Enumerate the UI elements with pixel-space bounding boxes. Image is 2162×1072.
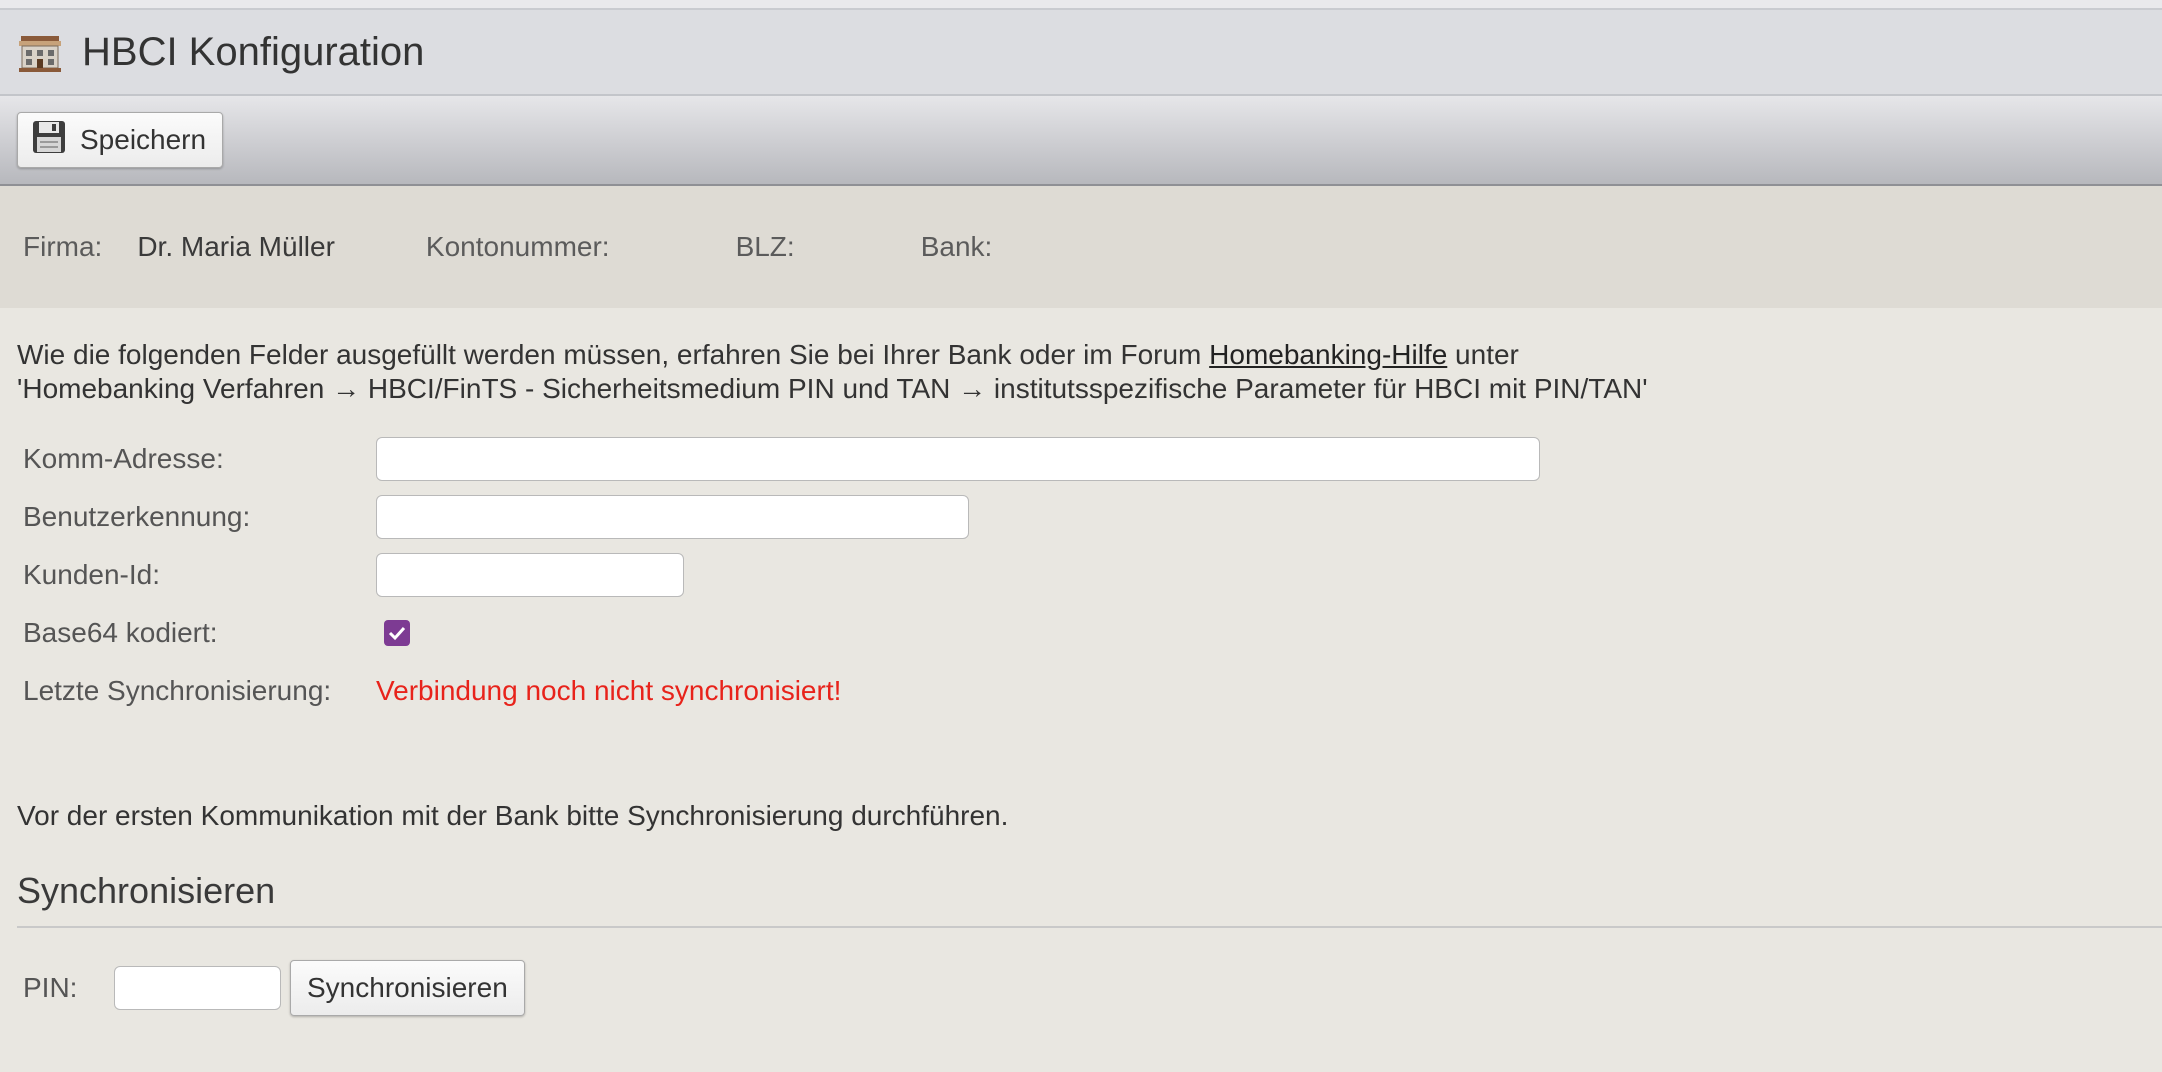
sync-section-title: Synchronisieren: [17, 870, 276, 911]
firma-value: Dr. Maria Müller: [137, 231, 335, 262]
kunden-id-row: Kunden-Id:: [17, 546, 2162, 604]
base64-label: Base64 kodiert:: [23, 617, 218, 648]
section-divider: [17, 926, 2162, 928]
intro-text-part2: unter: [1447, 339, 1519, 370]
komm-adresse-input[interactable]: [376, 437, 1540, 481]
bank-building-icon: [18, 30, 62, 74]
pin-input[interactable]: [114, 966, 281, 1010]
floppy-disk-icon: [32, 120, 80, 161]
benutzerkennung-input[interactable]: [376, 495, 969, 539]
kontonummer-label: Kontonummer:: [425, 231, 610, 262]
account-info-bar: Firma: Dr. Maria Müller Kontonummer: BLZ…: [0, 186, 2162, 308]
komm-adresse-label: Komm-Adresse:: [23, 443, 224, 474]
base64-row: Base64 kodiert:: [17, 604, 2162, 662]
kunden-id-label: Kunden-Id:: [23, 559, 160, 590]
hbci-form: Komm-Adresse: Benutzerkennung: Kunden-Id…: [17, 430, 2162, 720]
benutzerkennung-label: Benutzerkennung:: [23, 501, 251, 532]
pin-row: PIN: Synchronisieren: [17, 960, 2162, 1016]
komm-adresse-row: Komm-Adresse:: [17, 430, 2162, 488]
save-button-label: Speichern: [80, 124, 207, 155]
synchronisieren-button[interactable]: Synchronisieren: [290, 960, 525, 1016]
top-border: [0, 0, 2162, 10]
homebanking-hilfe-link[interactable]: Homebanking-Hilfe: [1209, 339, 1447, 370]
toolbar: Speichern: [0, 96, 2162, 186]
base64-checkbox[interactable]: [384, 620, 410, 646]
main-content: Wie die folgenden Felder ausgefüllt werd…: [0, 338, 2162, 1016]
kunden-id-input[interactable]: [376, 553, 684, 597]
title-bar: HBCI Konfiguration: [0, 10, 2162, 96]
intro-text: Wie die folgenden Felder ausgefüllt werd…: [17, 338, 2162, 406]
save-button[interactable]: Speichern: [17, 112, 224, 168]
blz-label: BLZ:: [735, 231, 795, 262]
intro-text-part1: Wie die folgenden Felder ausgefüllt werd…: [17, 339, 1210, 370]
sync-hint-text: Vor der ersten Kommunikation mit der Ban…: [17, 800, 1009, 831]
last-sync-row: Letzte Synchronisierung: Verbindung noch…: [17, 662, 2162, 720]
pin-label: PIN:: [23, 972, 78, 1003]
sync-status-error: Verbindung noch nicht synchronisiert!: [376, 675, 842, 706]
checkmark-icon: [388, 626, 406, 641]
intro-text-line2: 'Homebanking Verfahren → HBCI/FinTS - Si…: [17, 373, 1648, 404]
benutzerkennung-row: Benutzerkennung:: [17, 488, 2162, 546]
page-title: HBCI Konfiguration: [82, 29, 425, 74]
firma-label: Firma:: [23, 231, 103, 262]
bank-label: Bank:: [920, 231, 993, 262]
last-sync-label: Letzte Synchronisierung:: [23, 675, 332, 706]
